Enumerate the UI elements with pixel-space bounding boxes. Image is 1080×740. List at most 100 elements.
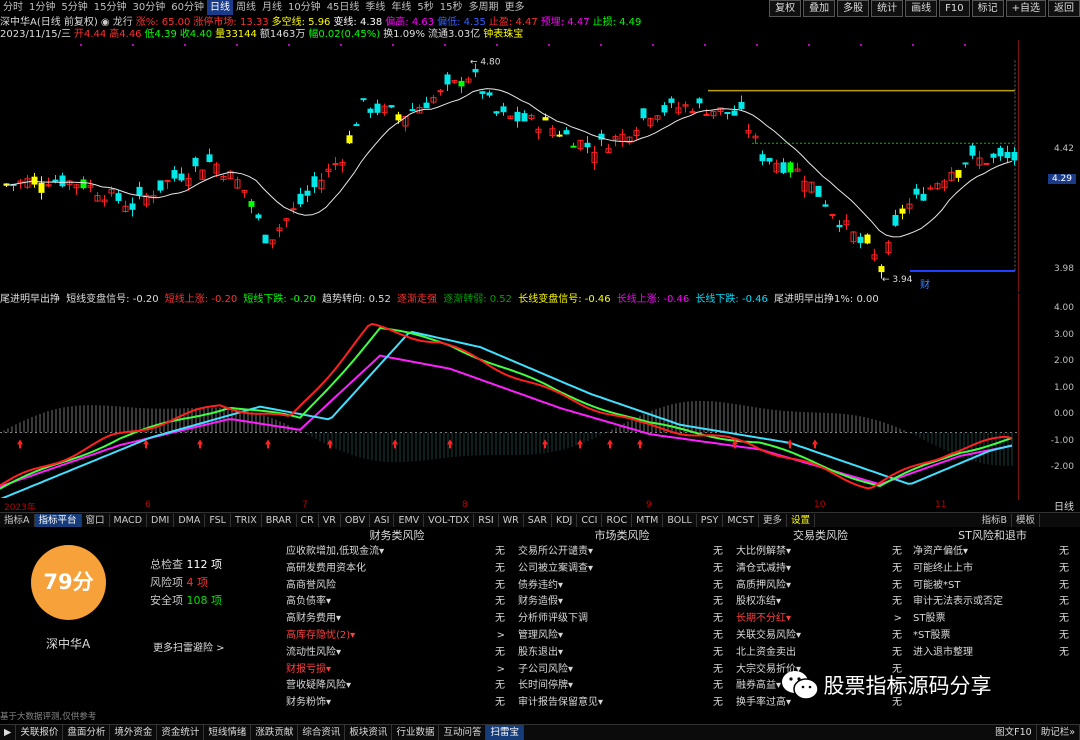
toolbar-button[interactable]: 多股 xyxy=(837,0,870,17)
bottom-tab[interactable]: 短线情绪 xyxy=(204,725,252,740)
timeframe-tab[interactable]: 15秒 xyxy=(437,0,466,15)
indicator-tab[interactable]: WR xyxy=(499,514,524,527)
more-scan-link[interactable]: 更多扫雷避险 > xyxy=(153,639,225,654)
risk-item[interactable]: 审计无法表示或否定 无 xyxy=(910,594,1075,611)
indicator-tab[interactable]: KDJ xyxy=(552,514,578,527)
bottom-tab[interactable]: 资金统计 xyxy=(157,725,205,740)
risk-item[interactable]: 股东退出▾ 无 xyxy=(515,645,729,662)
risk-item[interactable]: 高财务费用▾ 无 xyxy=(283,611,511,628)
risk-item[interactable]: 财报亏损▾ > xyxy=(283,662,511,679)
indicator-tab[interactable]: 窗口 xyxy=(82,514,110,527)
risk-item[interactable]: 长期不分红▾ > xyxy=(733,611,908,628)
risk-item[interactable]: *ST股票 无 xyxy=(910,628,1075,645)
risk-item[interactable]: 公司被立案调查▾ 无 xyxy=(515,561,729,578)
risk-item[interactable]: 进入退市整理 无 xyxy=(910,645,1075,662)
indicator-tab[interactable]: CCI xyxy=(577,514,603,527)
toolbar-button[interactable]: 返回 xyxy=(1048,0,1080,17)
indicator-tab[interactable]: 指标平台 xyxy=(34,514,82,527)
bottom-right-button[interactable]: 图文F10 xyxy=(991,725,1037,740)
indicator-tab[interactable]: 设置 xyxy=(787,514,816,527)
toolbar-button[interactable]: 画线 xyxy=(905,0,938,17)
indicator-tab[interactable]: CR xyxy=(297,514,319,527)
bottom-right-button[interactable]: 助记栏» xyxy=(1037,725,1080,740)
indicator-tab[interactable]: FSL xyxy=(205,514,231,527)
tab-right-button[interactable]: 模板 xyxy=(1012,514,1040,527)
risk-item[interactable]: 交易所公开谴责▾ 无 xyxy=(515,544,729,561)
timeframe-tab[interactable]: 年线 xyxy=(388,0,414,15)
risk-item[interactable]: 大比例解禁▾ 无 xyxy=(733,544,908,561)
timeframe-tab[interactable]: 45日线 xyxy=(324,0,363,15)
risk-item[interactable]: 高库存隐忧(2)▾ > xyxy=(283,628,511,645)
bottom-tab[interactable]: 扫雷宝 xyxy=(486,725,524,740)
risk-item[interactable]: 清仓式减持▾ 无 xyxy=(733,561,908,578)
risk-item[interactable]: 子公司风险▾ 无 xyxy=(515,662,729,679)
timeframe-tab[interactable]: 30分钟 xyxy=(129,0,168,15)
indicator-tab[interactable]: ROC xyxy=(602,514,633,527)
indicator-tab[interactable]: BOLL xyxy=(663,514,697,527)
indicator-tab[interactable]: 指标A xyxy=(0,514,35,527)
risk-item[interactable]: 净资产偏低▾ 无 xyxy=(910,544,1075,561)
risk-item[interactable]: 分析师评级下调 无 xyxy=(515,611,729,628)
risk-item[interactable]: 高质押风险▾ 无 xyxy=(733,578,908,595)
indicator-tab[interactable]: VOL-TDX xyxy=(424,514,475,527)
bottom-tab[interactable]: 板块资讯 xyxy=(345,725,393,740)
toolbar-button[interactable]: 标记 xyxy=(971,0,1004,17)
indicator-tab[interactable]: BRAR xyxy=(262,514,297,527)
risk-item[interactable]: 财务粉饰▾ 无 xyxy=(283,695,511,712)
bottom-tab[interactable]: 境外资金 xyxy=(110,725,158,740)
risk-item[interactable]: 高研发费用资本化 无 xyxy=(283,561,511,578)
risk-item[interactable]: 流动性风险▾ 无 xyxy=(283,645,511,662)
risk-item[interactable]: 关联交易风险▾ 无 xyxy=(733,628,908,645)
indicator-tab[interactable]: OBV xyxy=(341,514,371,527)
indicator-tab[interactable]: ASI xyxy=(370,514,395,527)
bottom-tab[interactable]: ▶ xyxy=(0,725,17,740)
timeframe-tab[interactable]: 周线 xyxy=(233,0,259,15)
timeframe-tab[interactable]: 10分钟 xyxy=(285,0,324,15)
timeframe-tab[interactable]: 60分钟 xyxy=(168,0,207,15)
indicator-tab[interactable]: MCST xyxy=(723,514,760,527)
indicator-tab[interactable]: DMI xyxy=(147,514,175,527)
timeframe-tab[interactable]: 月线 xyxy=(259,0,285,15)
indicator-chart[interactable] xyxy=(0,306,1018,498)
window-button[interactable]: 日线 xyxy=(1054,498,1074,513)
timeframe-tab[interactable]: 5分钟 xyxy=(58,0,90,15)
timeframe-tab[interactable]: 5秒 xyxy=(414,0,436,15)
indicator-tab[interactable]: 更多 xyxy=(759,514,788,527)
bottom-tab[interactable]: 盘面分析 xyxy=(63,725,111,740)
timeframe-tab[interactable]: 分时 xyxy=(0,0,26,15)
indicator-tab[interactable]: SAR xyxy=(524,514,553,527)
indicator-tab[interactable]: PSY xyxy=(697,514,724,527)
risk-item[interactable]: 高负债率▾ 无 xyxy=(283,594,511,611)
risk-item[interactable]: 管理风险▾ 无 xyxy=(515,628,729,645)
indicator-tab[interactable]: MTM xyxy=(632,514,664,527)
bottom-tab[interactable]: 涨跌贡献 xyxy=(251,725,299,740)
risk-item[interactable]: ST股票 无 xyxy=(910,611,1075,628)
risk-item[interactable]: 营收疑降风险▾ 无 xyxy=(283,678,511,695)
timeframe-tab[interactable]: 日线 xyxy=(206,0,233,15)
risk-item[interactable]: 可能终止上市 无 xyxy=(910,561,1075,578)
toolbar-button[interactable]: 统计 xyxy=(871,0,904,17)
risk-item[interactable]: 长时间停牌▾ 无 xyxy=(515,678,729,695)
indicator-tab[interactable]: MACD xyxy=(110,514,148,527)
indicator-tab[interactable]: DMA xyxy=(174,514,206,527)
risk-item[interactable]: 股权冻结▾ 无 xyxy=(733,594,908,611)
toolbar-button[interactable]: 复权 xyxy=(769,0,802,17)
indicator-tab[interactable]: TRIX xyxy=(231,514,262,527)
toolbar-button[interactable]: +自选 xyxy=(1005,0,1046,17)
candlestick-chart[interactable]: ← 4.80 ← 3.94 财 xyxy=(0,40,1018,290)
risk-item[interactable]: 北上资金卖出 无 xyxy=(733,645,908,662)
timeframe-tab[interactable]: 季线 xyxy=(362,0,388,15)
bottom-tab[interactable]: 互动问答 xyxy=(439,725,487,740)
toolbar-button[interactable]: 叠加 xyxy=(803,0,836,17)
timeframe-tab[interactable]: 更多 xyxy=(502,0,528,15)
risk-item[interactable]: 财务造假▾ 无 xyxy=(515,594,729,611)
toolbar-button[interactable]: F10 xyxy=(939,0,970,17)
risk-item[interactable]: 审计报告保留意见▾ 无 xyxy=(515,695,729,712)
bottom-tab[interactable]: 关联报价 xyxy=(16,725,64,740)
indicator-tab[interactable]: VR xyxy=(319,514,341,527)
bottom-tab[interactable]: 综合资讯 xyxy=(298,725,346,740)
timeframe-tab[interactable]: 1分钟 xyxy=(26,0,58,15)
risk-item[interactable]: 高商誉风险 无 xyxy=(283,578,511,595)
risk-item[interactable]: 可能被*ST 无 xyxy=(910,578,1075,595)
timeframe-tab[interactable]: 多周期 xyxy=(466,0,502,15)
